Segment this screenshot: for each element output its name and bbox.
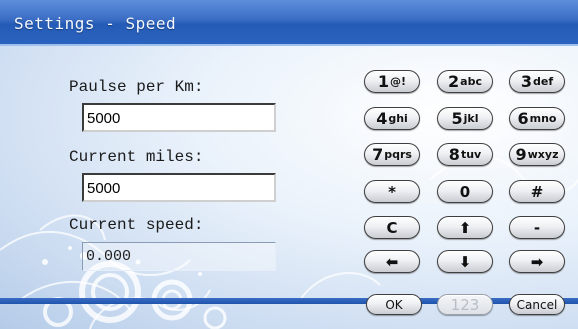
key-minus-label: - [533, 218, 541, 237]
key-star[interactable]: * [364, 180, 420, 203]
key-up[interactable]: ⬆ [437, 216, 493, 239]
cancel-button-label: Cancel [516, 297, 558, 312]
key-3-main: 3 [520, 72, 532, 91]
key-5[interactable]: 5 jkl [437, 107, 493, 130]
current-speed-label: Current speed: [69, 216, 204, 234]
arrow-down-icon: ⬇ [458, 252, 472, 271]
window-title: Settings - Speed [14, 14, 177, 33]
key-9[interactable]: 9 wxyz [509, 143, 565, 166]
key-1-main: 1 [377, 72, 390, 91]
key-4-main: 4 [376, 109, 388, 128]
arrow-left-icon: ⬅ [385, 252, 399, 271]
key-3-sub: def [533, 75, 554, 88]
key-8[interactable]: 8 tuv [437, 143, 493, 166]
key-6-sub: mno [529, 112, 557, 125]
key-hash-label: # [530, 182, 544, 201]
key-1[interactable]: 1 @! [364, 70, 420, 93]
key-left[interactable]: ⬅ [364, 250, 420, 273]
key-4-sub: ghi [388, 112, 408, 125]
key-minus[interactable]: - [509, 216, 565, 239]
key-9-sub: wxyz [527, 148, 559, 161]
key-1-sub: @! [390, 75, 407, 88]
key-5-main: 5 [451, 109, 463, 128]
key-6-main: 6 [517, 109, 529, 128]
key-7-sub: pqrs [384, 148, 412, 161]
key-4[interactable]: 4 ghi [364, 107, 420, 130]
current-speed-field: 0.000 [82, 242, 276, 271]
key-star-label: * [388, 182, 396, 201]
arrow-up-icon: ⬆ [458, 218, 472, 237]
title-bar: Settings - Speed [0, 0, 578, 46]
ok-button[interactable]: OK [366, 294, 422, 315]
key-3[interactable]: 3 def [509, 70, 565, 93]
key-0-label: 0 [459, 182, 471, 201]
key-9-main: 9 [515, 145, 527, 164]
current-miles-field[interactable]: 5000 [82, 173, 276, 202]
pulse-per-km-label: Paulse per Km: [69, 78, 204, 96]
key-5-sub: jkl [463, 112, 479, 125]
key-0[interactable]: 0 [437, 180, 493, 203]
key-7-main: 7 [372, 145, 384, 164]
arrow-right-icon: ➡ [530, 252, 544, 271]
key-clear[interactable]: C [364, 216, 420, 239]
key-2[interactable]: 2 abc [437, 70, 493, 93]
ok-button-label: OK [385, 297, 403, 312]
key-2-sub: abc [460, 75, 482, 88]
key-clear-label: C [386, 218, 398, 237]
key-6[interactable]: 6 mno [509, 107, 565, 130]
pulse-per-km-field[interactable]: 5000 [82, 103, 276, 132]
key-8-sub: tuv [460, 148, 482, 161]
mode-123-label: 123 [450, 295, 480, 314]
current-miles-label: Current miles: [69, 148, 204, 166]
key-2-main: 2 [448, 72, 460, 91]
key-hash[interactable]: # [509, 180, 565, 203]
key-down[interactable]: ⬇ [437, 250, 493, 273]
key-right[interactable]: ➡ [509, 250, 565, 273]
mode-123-button[interactable]: 123 [437, 294, 493, 315]
cancel-button[interactable]: Cancel [509, 294, 565, 315]
key-8-main: 8 [448, 145, 460, 164]
key-7[interactable]: 7 pqrs [364, 143, 420, 166]
settings-speed-window: Settings - Speed Paulse per Km: 5000 Cur… [0, 0, 578, 329]
